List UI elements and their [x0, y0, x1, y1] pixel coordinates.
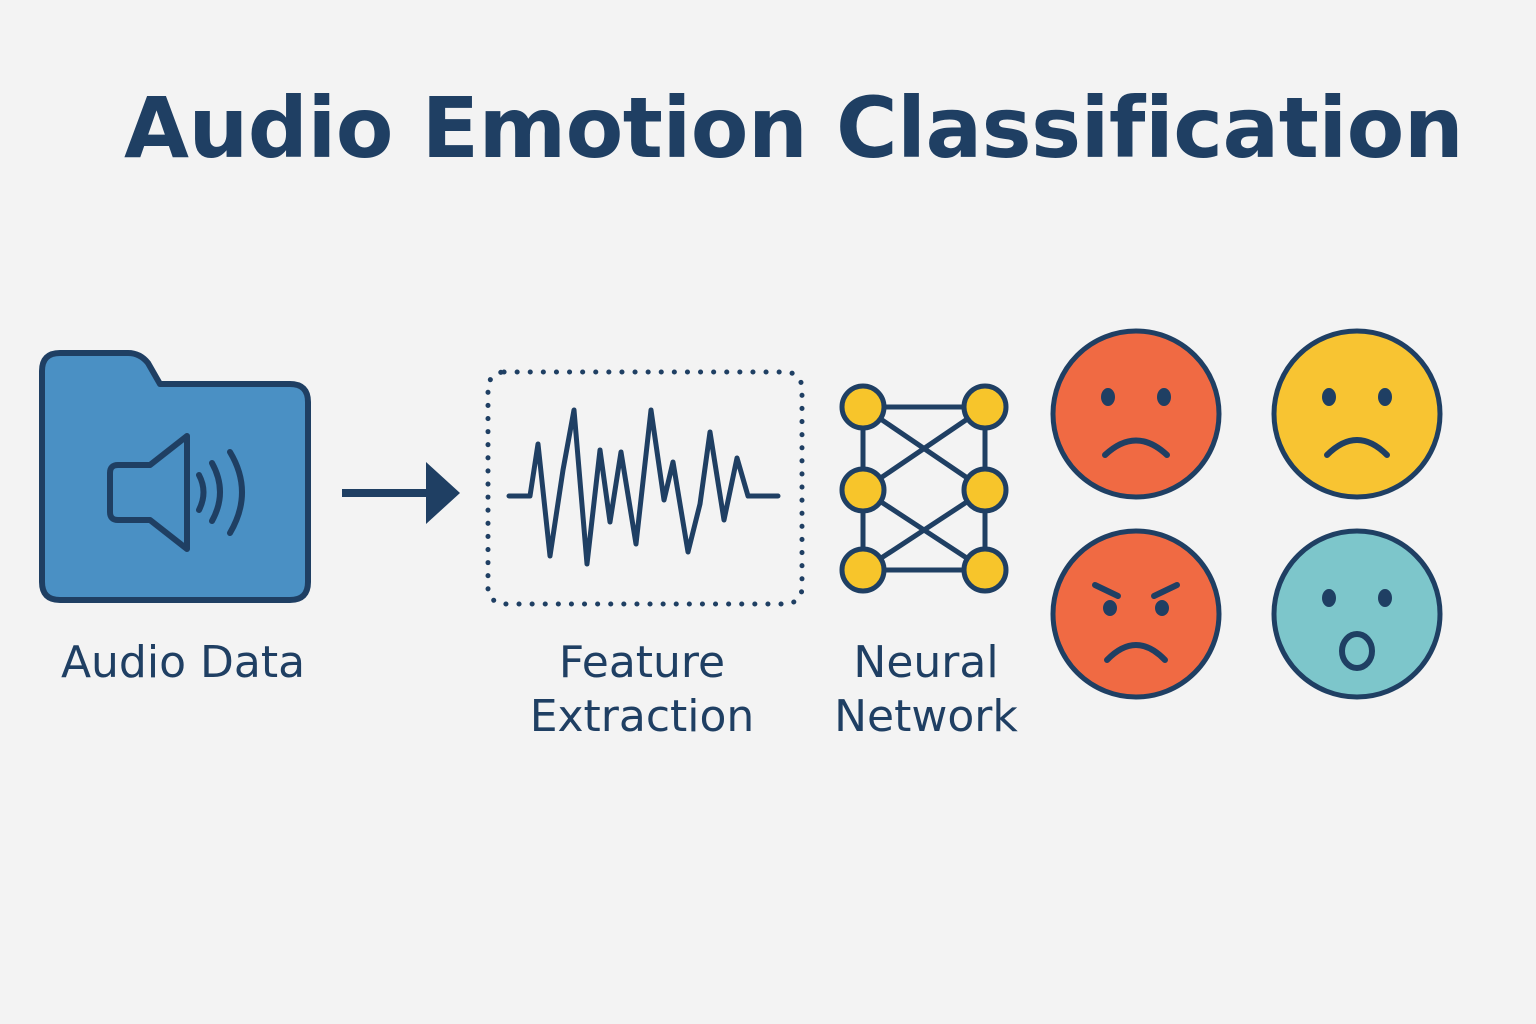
neural-network-line-2: Network	[834, 691, 1018, 742]
waveform-icon	[506, 407, 781, 567]
neural-network-line-1: Neural	[853, 637, 999, 688]
angry-face-icon	[1050, 528, 1222, 700]
audio-data-text: Audio Data	[60, 637, 306, 688]
surprised-face-icon	[1271, 528, 1443, 700]
pipeline-diagram	[39, 328, 1443, 700]
feature-extraction-line-1: Feature	[558, 637, 726, 688]
feature-extraction-label: Feature Extraction	[500, 636, 784, 744]
worried-face-icon	[1271, 328, 1443, 500]
audio-data-label: Audio Data	[42, 636, 324, 690]
arrow-right-icon	[342, 462, 460, 524]
sad-face-icon	[1050, 328, 1222, 500]
neural-network-icon	[839, 383, 1009, 594]
feature-extraction-line-2: Extraction	[529, 691, 755, 742]
feature-box	[485, 369, 805, 607]
folder-speaker-icon	[39, 350, 311, 603]
neural-network-label: Neural Network	[820, 636, 1032, 744]
